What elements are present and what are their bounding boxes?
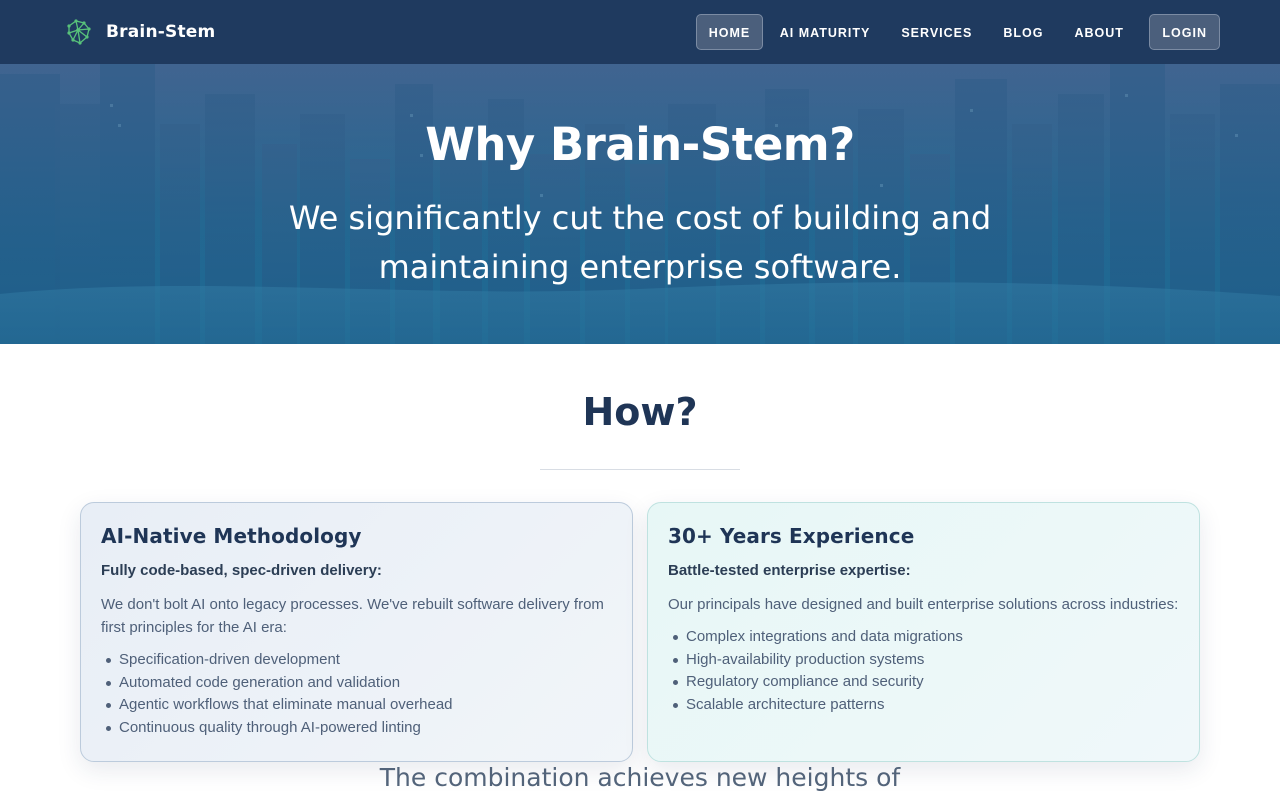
hero: Why Brain-Stem? We significantly cut the… [0, 64, 1280, 344]
nav-services[interactable]: SERVICES [886, 14, 988, 50]
card-experience: 30+ Years Experience Battle-tested enter… [647, 502, 1200, 762]
list-item: Scalable architecture patterns [673, 694, 1179, 717]
list-item: Agentic workflows that eliminate manual … [106, 694, 612, 717]
card-list: Specification-driven development Automat… [101, 649, 612, 739]
nav-home[interactable]: HOME [695, 14, 764, 50]
card-list: Complex integrations and data migrations… [668, 626, 1179, 716]
card-text: We don't bolt AI onto legacy processes. … [101, 596, 604, 636]
list-item: Continuous quality through AI-powered li… [106, 717, 612, 740]
combination-text: The combination achieves new heights of [379, 763, 901, 792]
list-item: Complex integrations and data migrations [673, 626, 1179, 649]
hero-title: Why Brain-Stem? [425, 118, 855, 171]
brand-name: Brain-Stem [106, 22, 216, 42]
card-ai-native: AI-Native Methodology Fully code-based, … [80, 502, 633, 762]
nav-blog[interactable]: BLOG [988, 14, 1059, 50]
navbar: Brain-Stem HOME AI MATURITY SERVICES BLO… [0, 0, 1280, 64]
brain-network-icon [67, 19, 91, 45]
list-item: High-availability production systems [673, 649, 1179, 672]
card-text: Our principals have designed and built e… [668, 596, 1179, 613]
card-strong: Battle-tested enterprise expertise: [668, 562, 911, 579]
main-nav: HOME AI MATURITY SERVICES BLOG ABOUT LOG… [695, 14, 1220, 50]
section-divider [540, 469, 740, 470]
how-title: How? [582, 390, 698, 434]
list-item: Automated code generation and validation [106, 672, 612, 695]
login-button[interactable]: LOGIN [1149, 14, 1220, 50]
list-item: Specification-driven development [106, 649, 612, 672]
hero-subtitle: We significantly cut the cost of buildin… [288, 199, 992, 286]
card-title: 30+ Years Experience [668, 524, 915, 548]
list-item: Regulatory compliance and security [673, 671, 1179, 694]
card-strong: Fully code-based, spec-driven delivery: [101, 562, 382, 579]
brand[interactable]: Brain-Stem [66, 18, 215, 46]
nav-about[interactable]: ABOUT [1059, 14, 1139, 50]
nav-ai-maturity[interactable]: AI MATURITY [764, 14, 886, 50]
card-title: AI-Native Methodology [101, 524, 362, 548]
